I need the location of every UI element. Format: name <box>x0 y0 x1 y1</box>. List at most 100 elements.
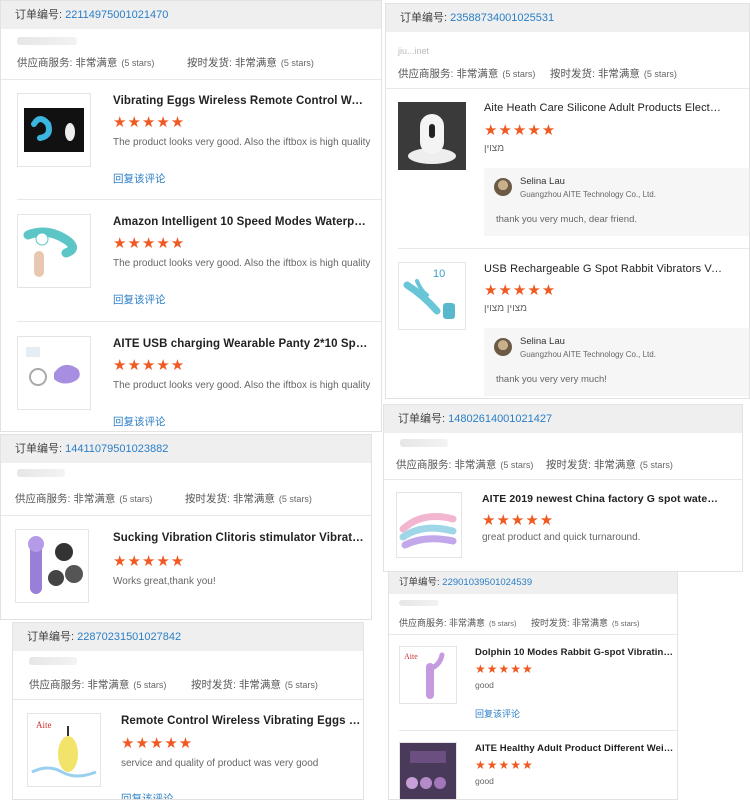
on-time-delivery-rating: 按时发货: 非常满意 (5 stars) <box>531 618 640 628</box>
white-device-icon[interactable] <box>398 102 466 170</box>
product-title[interactable]: Sucking Vibration Clitoris stimulator Vi… <box>113 532 365 544</box>
order-card: 订单编号: 22114975001021470 供应商服务: 非常满意 (5 st… <box>0 0 382 432</box>
avatar <box>494 178 512 196</box>
buyer-name-blurred <box>399 600 439 606</box>
star-rating: ★★★★★ <box>113 357 186 374</box>
purple-rabbit-icon[interactable]: Aite <box>399 646 457 704</box>
reply-review-link[interactable]: 回复该评论 <box>475 707 520 720</box>
order-number-label: 订单编号: <box>398 413 446 425</box>
on-time-delivery-rating: 按时发货: 非常满意 (5 stars) <box>546 459 673 471</box>
order-number-label: 订单编号: <box>399 577 440 588</box>
order-number-label: 订单编号: <box>27 631 75 643</box>
supplier-service-rating: 供应商服务: 非常满意 (5 stars) <box>399 618 517 628</box>
order-card: 订单编号: 23588734001025531 jiu...inet 供应商服务… <box>385 3 750 399</box>
order-card: 订单编号: 14802614001021427 供应商服务: 非常满意 (5 st… <box>383 404 743 572</box>
review-text: service and quality of product was very … <box>121 758 319 769</box>
kegel-balls-icon[interactable] <box>399 742 457 799</box>
order-header: 订单编号: 14802614001021427 <box>384 405 742 433</box>
buyer-name-blurred <box>17 469 65 477</box>
product-title[interactable]: AITE USB charging Wearable Panty 2*10 Sp… <box>113 338 369 350</box>
reply-review-link[interactable]: 回复该评论 <box>121 791 174 799</box>
order-header: 订单编号: 22870231501027842 <box>13 623 363 651</box>
order-header: 订单编号: 22114975001021470 <box>1 1 381 29</box>
review-text: The product looks very good. Also the if… <box>113 137 371 148</box>
order-number-label: 订单编号: <box>15 443 63 455</box>
on-time-delivery-rating: 按时发货: 非常满意 (5 stars) <box>550 68 677 80</box>
order-number-link[interactable]: 14802614001021427 <box>448 413 552 425</box>
on-time-delivery-rating: 按时发货: 非常满意 (5 stars) <box>187 57 314 69</box>
svg-text:10: 10 <box>433 268 445 280</box>
order-number-label: 订单编号: <box>400 12 448 24</box>
review-text: The product looks very good. Also the if… <box>113 380 371 391</box>
seller-name: Selina Lau <box>520 336 565 347</box>
buyer-name-blurred <box>17 37 77 45</box>
order-card: 订单编号: 14411079501023882 供应商服务: 非常满意 (5 st… <box>0 434 372 620</box>
purple-stimulator-icon[interactable] <box>15 529 89 603</box>
star-rating: ★★★★★ <box>475 758 534 772</box>
supplier-service-rating: 供应商服务: 非常满意 (5 stars) <box>17 57 155 69</box>
order-number-link[interactable]: 23588734001025531 <box>450 12 554 24</box>
review-text: great product and quick turnaround. <box>482 532 641 543</box>
seller-company: Guangzhou AITE Technology Co., Ltd. <box>520 190 656 199</box>
review-text: good <box>475 776 494 786</box>
seller-message: thank you very much, dear friend. <box>496 214 637 225</box>
blue-rabbit-vibrator-icon[interactable]: 10 <box>398 262 466 330</box>
product-title[interactable]: Dolphin 10 Modes Rabbit G-spot Vibrating… <box>475 647 675 658</box>
review-text: מצוין <box>484 143 505 154</box>
reply-review-link[interactable]: 回复该评论 <box>113 292 166 307</box>
seller-reply: Selina Lau Guangzhou AITE Technology Co.… <box>484 168 749 236</box>
order-number-link[interactable]: 14411079501023882 <box>65 443 168 455</box>
buyer-name-blurred: jiu...inet <box>398 46 430 56</box>
product-title[interactable]: Vibrating Eggs Wireless Remote Control W… <box>113 95 369 107</box>
star-rating: ★★★★★ <box>484 282 557 299</box>
pastel-vibrators-icon[interactable] <box>396 492 462 558</box>
order-number-link[interactable]: 22870231501027842 <box>77 631 181 643</box>
product-title[interactable]: USB Rechargeable G Spot Rabbit Vibrators… <box>484 263 724 275</box>
avatar <box>494 338 512 356</box>
on-time-delivery-rating: 按时发货: 非常满意 (5 stars) <box>191 679 318 691</box>
supplier-service-rating: 供应商服务: 非常满意 (5 stars) <box>398 68 536 80</box>
order-card: 订单编号: 22870231501027842 供应商服务: 非常满意 (5 st… <box>12 622 364 800</box>
purple-wearable-icon[interactable] <box>17 336 91 410</box>
product-title[interactable]: Aite Heath Care Silicone Adult Products … <box>484 102 724 114</box>
star-rating: ★★★★★ <box>484 122 557 139</box>
star-rating: ★★★★★ <box>121 735 194 752</box>
star-rating: ★★★★★ <box>113 235 186 252</box>
yellow-egg-icon[interactable]: Aite <box>27 713 101 787</box>
product-title[interactable]: AITE 2019 newest China factory G spot wa… <box>482 493 722 505</box>
seller-name: Selina Lau <box>520 176 565 187</box>
review-text: The product looks very good. Also the if… <box>113 258 371 269</box>
reply-review-link[interactable]: 回复该评论 <box>113 171 166 186</box>
supplier-service-rating: 供应商服务: 非常满意 (5 stars) <box>15 493 153 505</box>
product-title[interactable]: Remote Control Wireless Vibrating Eggs S… <box>121 715 363 727</box>
order-header: 订单编号: 14411079501023882 <box>1 435 371 463</box>
seller-reply: Selina Lau Guangzhou AITE Technology Co.… <box>484 328 749 396</box>
product-title[interactable]: Amazon Intelligent 10 Speed Modes Waterp… <box>113 216 369 228</box>
order-header: 订单编号: 23588734001025531 <box>386 4 749 32</box>
reply-review-link[interactable]: 回复该评论 <box>113 414 166 429</box>
product-title[interactable]: AITE Healthy Adult Product Different Wei… <box>475 743 675 754</box>
review-text: מצוין מצוין <box>484 303 528 314</box>
buyer-name-blurred <box>400 439 448 447</box>
star-rating: ★★★★★ <box>113 114 186 131</box>
supplier-service-rating: 供应商服务: 非常满意 (5 stars) <box>396 459 534 471</box>
seller-company: Guangzhou AITE Technology Co., Ltd. <box>520 350 656 359</box>
star-rating: ★★★★★ <box>113 553 186 570</box>
supplier-service-rating: 供应商服务: 非常满意 (5 stars) <box>29 679 167 691</box>
teal-vibrator-icon[interactable] <box>17 214 91 288</box>
star-rating: ★★★★★ <box>482 512 555 529</box>
order-number-label: 订单编号: <box>15 9 63 21</box>
order-number-link[interactable]: 22901039501024539 <box>442 577 532 588</box>
order-header: 订单编号: 22901039501024539 <box>389 572 677 594</box>
on-time-delivery-rating: 按时发货: 非常满意 (5 stars) <box>185 493 312 505</box>
review-text: Works great,thank you! <box>113 576 216 587</box>
order-card: 订单编号: 22901039501024539 供应商服务: 非常满意 (5 st… <box>388 571 678 800</box>
seller-message: thank you very very much! <box>496 374 607 385</box>
review-text: good <box>475 680 494 690</box>
purple-egg-vibrator-icon[interactable] <box>17 93 91 167</box>
order-number-link[interactable]: 22114975001021470 <box>65 9 168 21</box>
svg-text:Aite: Aite <box>404 652 418 661</box>
svg-text:Aite: Aite <box>36 720 52 730</box>
buyer-name-blurred <box>29 657 77 665</box>
star-rating: ★★★★★ <box>475 662 534 676</box>
